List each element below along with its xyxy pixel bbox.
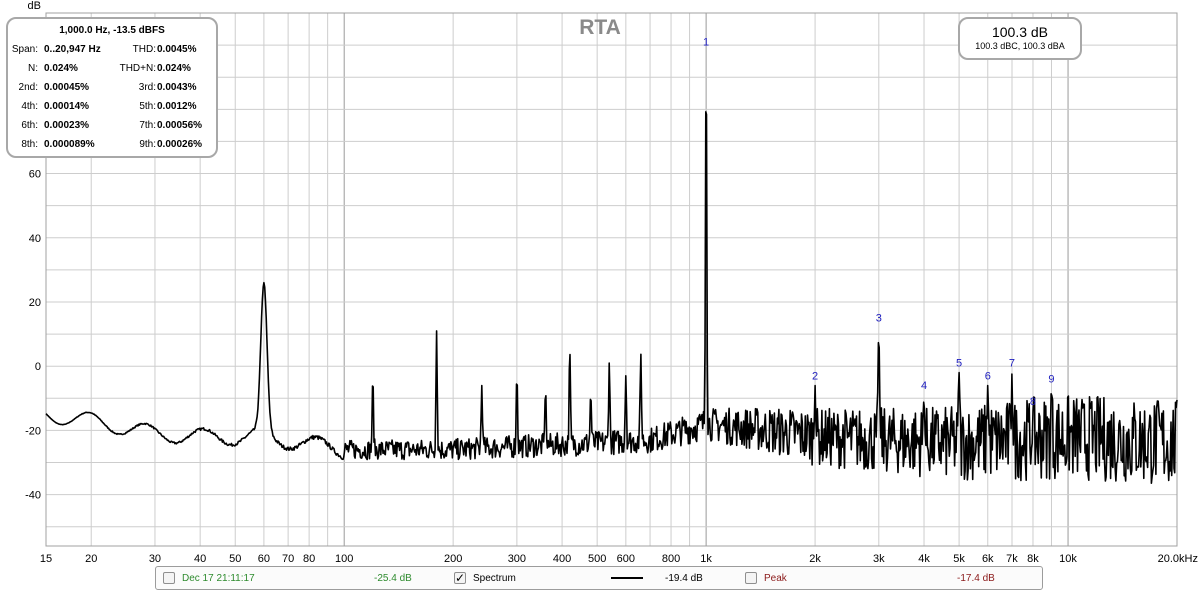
x-tick-label: 2k — [809, 553, 821, 565]
legend-value-peak: -17.4 dB — [957, 573, 995, 584]
x-tick-label: 10k — [1059, 553, 1077, 565]
distortion-label: 2nd: — [18, 82, 38, 93]
x-tick-label: 60 — [258, 553, 270, 565]
x-tick-label: 20.0kHz — [1158, 553, 1198, 565]
distortion-value: 0.00045% — [44, 82, 90, 93]
harmonic-marker[interactable]: 8 — [1030, 396, 1036, 408]
legend-label-peak: Peak — [764, 573, 787, 584]
y-tick-label: -40 — [25, 490, 41, 502]
distortion-label: 3rd: — [138, 82, 156, 93]
distortion-label: 4th: — [21, 101, 38, 112]
x-tick-label: 70 — [282, 553, 294, 565]
x-tick-label: 6k — [982, 553, 994, 565]
x-tick-label: 15 — [40, 553, 52, 565]
level-panel: 100.3 dB 100.3 dBC, 100.3 dBA — [958, 17, 1082, 60]
distortion-value: 0.0043% — [157, 82, 197, 93]
distortion-value: 0.00023% — [44, 120, 90, 131]
x-tick-label: 100 — [335, 553, 353, 565]
x-tick-label: 80 — [303, 553, 315, 565]
x-tick-label: 1k — [700, 553, 712, 565]
y-tick-label: 20 — [29, 297, 41, 309]
x-tick-label: 7k — [1006, 553, 1018, 565]
legend-value-measurement: -25.4 dB — [374, 573, 412, 584]
distortion-value: 0.024% — [157, 63, 191, 74]
y-tick-label: 40 — [29, 233, 41, 245]
harmonic-marker[interactable]: 9 — [1048, 374, 1054, 386]
legend-line-swatch-spectrum — [611, 577, 643, 579]
y-axis-label: dB — [28, 0, 41, 12]
x-tick-label: 20 — [85, 553, 97, 565]
x-tick-label: 500 — [588, 553, 606, 565]
chart-title: RTA — [579, 16, 621, 39]
distortion-header: 1,000.0 Hz, -13.5 dBFS — [59, 25, 165, 36]
distortion-value: 0..20,947 Hz — [44, 44, 101, 55]
distortion-value: 0.0012% — [157, 101, 197, 112]
rta-window: -40-20020406080dB15203040506070801002003… — [0, 0, 1200, 593]
distortion-value: 0.024% — [44, 63, 78, 74]
distortion-value: 0.00026% — [157, 139, 203, 150]
distortion-label: THD+N: — [119, 63, 156, 74]
legend-label-spectrum: Spectrum — [473, 573, 516, 584]
harmonic-marker[interactable]: 2 — [812, 370, 818, 382]
x-tick-label: 40 — [194, 553, 206, 565]
distortion-label: THD: — [132, 44, 156, 55]
distortion-value: 0.000089% — [44, 139, 95, 150]
distortion-label: Span: — [11, 44, 38, 55]
distortion-label: 6th: — [21, 120, 38, 131]
y-tick-label: 60 — [29, 169, 41, 181]
x-tick-label: 200 — [444, 553, 462, 565]
distortion-label: 7th: — [139, 120, 156, 131]
legend-checkbox-measurement[interactable] — [163, 572, 175, 584]
harmonic-marker[interactable]: 3 — [876, 313, 882, 325]
harmonic-marker[interactable]: 1 — [703, 37, 709, 49]
distortion-value: 0.00056% — [157, 120, 203, 131]
distortion-label: N: — [28, 63, 38, 74]
legend-bar: Dec 17 21:11:17 -25.4 dB ✓ Spectrum -19.… — [155, 566, 1043, 590]
distortion-label: 8th: — [21, 139, 38, 150]
x-tick-label: 400 — [553, 553, 571, 565]
x-tick-label: 800 — [662, 553, 680, 565]
distortion-value: 0.0045% — [157, 44, 197, 55]
distortion-label: 5th: — [139, 101, 156, 112]
x-tick-label: 30 — [149, 553, 161, 565]
harmonic-marker[interactable]: 7 — [1009, 358, 1015, 370]
y-tick-label: 0 — [35, 361, 41, 373]
x-tick-label: 600 — [617, 553, 635, 565]
distortion-label: 9th: — [139, 139, 156, 150]
spectrum-series-line — [45, 111, 1178, 484]
harmonic-marker[interactable]: 6 — [985, 370, 991, 382]
legend-checkbox-peak[interactable] — [745, 572, 757, 584]
legend-value-spectrum: -19.4 dB — [665, 573, 703, 584]
distortion-value: 0.00014% — [44, 101, 90, 112]
x-tick-label: 3k — [873, 553, 885, 565]
level-weighted-values: 100.3 dBC, 100.3 dBA — [975, 41, 1065, 51]
x-tick-label: 8k — [1027, 553, 1039, 565]
harmonic-marker[interactable]: 4 — [921, 380, 927, 392]
legend-checkbox-spectrum[interactable]: ✓ — [454, 572, 466, 584]
x-tick-label: 5k — [953, 553, 965, 565]
y-tick-label: -20 — [25, 425, 41, 437]
legend-label-measurement: Dec 17 21:11:17 — [182, 573, 255, 584]
distortion-panel: 1,000.0 Hz, -13.5 dBFS Span: 0..20,947 Hz… — [6, 17, 218, 158]
x-tick-label: 50 — [229, 553, 241, 565]
x-tick-label: 300 — [508, 553, 526, 565]
x-tick-label: 4k — [918, 553, 930, 565]
level-main-value: 100.3 dB — [991, 24, 1049, 40]
harmonic-marker[interactable]: 5 — [956, 358, 962, 370]
